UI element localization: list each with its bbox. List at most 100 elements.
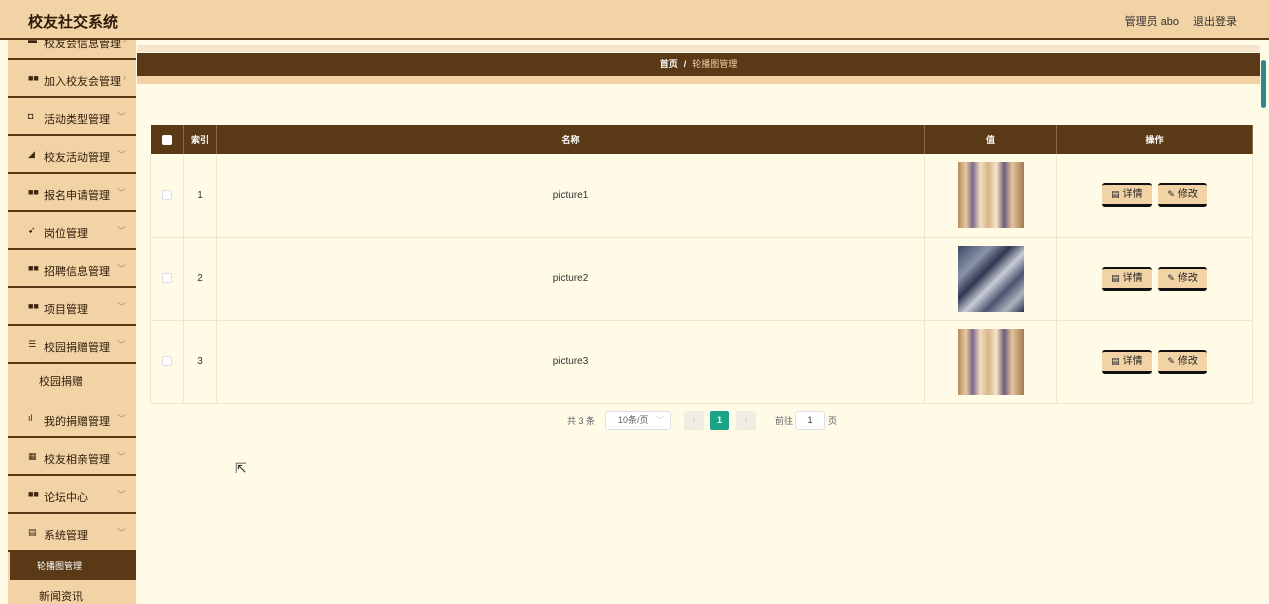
sidebar-subitem-campus-donation[interactable]: 校园捐赠 [8,364,136,400]
chevron-down-icon: ﹀ [116,188,126,198]
detail-button[interactable]: ▤ 详情 [1102,349,1152,374]
breadcrumb-separator: / [683,59,687,69]
row-actions: ▤ 详情 ✎ 修改 [1056,237,1253,321]
row-value-cell [924,154,1057,238]
detail-button[interactable]: ▤ 详情 [1102,266,1152,291]
sidebar-item-label: 校园捐赠管理 [44,342,110,354]
sidebar-item-label: 报名申请管理 [44,190,110,202]
row-select-cell [150,154,184,238]
column-header-name: 名称 [216,125,925,154]
list-icon: ▬ [28,40,37,45]
sidebar: ▬ 校友会信息管理 › ■■ 加入校友会管理 › ◘ 活动类型管理 ﹀ ◢ 校友… [8,40,136,604]
column-header-actions: 操作 [1056,125,1253,154]
chevron-down-icon: ﹀ [116,150,126,160]
row-checkbox[interactable] [162,356,172,367]
mouse-cursor-icon: ⇱ [235,460,247,476]
edit-button[interactable]: ✎ 修改 [1158,266,1207,291]
breadcrumb-home[interactable]: 首页 [660,59,678,69]
sidebar-item-label: 岗位管理 [44,228,88,240]
grid-icon: ■■ [28,263,39,273]
carousel-thumbnail [957,328,1024,395]
detail-button-label: 详情 [1122,272,1143,284]
sidebar-item-positions[interactable]: ➹ 岗位管理 ﹀ [8,212,136,250]
row-select-cell [150,237,184,321]
scrollbar-thumb[interactable] [1261,60,1266,108]
chevron-down-icon: ﹀ [116,264,126,274]
content-top-strip [137,45,1260,52]
column-header-index: 索引 [183,125,217,154]
sidebar-item-label: 校友会信息管理 [44,40,121,50]
sidebar-item-label: 项目管理 [44,304,88,316]
next-page-button[interactable]: › [736,411,756,430]
edit-button[interactable]: ✎ 修改 [1158,183,1207,208]
table-row: 2 picture2 ▤ 详情 ✎ 修改 [150,237,1253,321]
goto-label: 前往 [775,416,794,426]
chevron-down-icon: ﹀ [116,452,126,462]
sidebar-item-donation[interactable]: ☰ 校园捐赠管理 ﹀ [8,326,136,364]
chart-icon: ◢ [28,149,35,159]
sidebar-item-dating[interactable]: ▦ 校友相亲管理 ﹀ [8,438,136,476]
sidebar-item-activity-type[interactable]: ◘ 活动类型管理 ﹀ [8,98,136,136]
prev-page-button[interactable]: ‹ [684,411,704,430]
edit-icon: ✎ [1167,355,1175,366]
detail-button[interactable]: ▤ 详情 [1102,183,1152,208]
sidebar-item-my-donation[interactable]: ıl 我的捐赠管理 ﹀ [8,400,136,438]
clipboard-icon: ◘ [28,111,34,121]
carousel-table: 索引 名称 值 操作 1 picture1 ▤ 详情 ✎ 修改 2 picture2… [150,125,1253,404]
sidebar-item-label: 系统管理 [44,530,88,542]
sidebar-item-label: 活动类型管理 [44,114,110,126]
sidebar-subitem-news[interactable]: 新闻资讯 [8,580,136,604]
sidebar-item-label: 校友活动管理 [44,152,110,164]
table-icon: ▦ [28,451,37,461]
chevron-down-icon: ﹀ [116,490,126,500]
page-suffix: 页 [828,416,838,426]
document-icon: ▤ [1111,355,1120,366]
select-all-checkbox[interactable] [161,134,172,145]
row-checkbox[interactable] [162,190,172,201]
grid-icon: ■■ [28,73,39,83]
chevron-down-icon: ﹀ [116,112,126,122]
edit-button[interactable]: ✎ 修改 [1158,349,1207,374]
sidebar-item-projects[interactable]: ■■ 项目管理 ﹀ [8,288,136,326]
row-name: picture1 [216,154,925,238]
page-size-value: 10条/页 [618,415,649,425]
edit-icon: ✎ [1167,189,1175,200]
app-title: 校友社交系统 [28,14,119,31]
sidebar-subitem-carousel[interactable]: 轮播图管理 [10,552,136,580]
grid-icon: ■■ [28,187,39,197]
sidebar-item-label: 论坛中心 [44,492,88,504]
sidebar-item-forum[interactable]: ■■ 论坛中心 ﹀ [8,476,136,514]
sidebar-item-alumni-activity[interactable]: ◢ 校友活动管理 ﹀ [8,136,136,174]
chevron-down-icon: ﹀ [656,416,664,425]
sidebar-item-alumni-info[interactable]: ▬ 校友会信息管理 › [8,40,136,60]
sidebar-item-recruitment[interactable]: ■■ 招聘信息管理 ﹀ [8,250,136,288]
edit-button-label: 修改 [1177,272,1198,284]
sidebar-item-signup[interactable]: ■■ 报名申请管理 ﹀ [8,174,136,212]
chevron-icon: › [123,40,126,45]
row-index: 2 [183,237,217,321]
row-name: picture3 [216,320,925,404]
sidebar-item-join-alumni[interactable]: ■■ 加入校友会管理 › [8,60,136,98]
chevron-down-icon: ﹀ [116,528,126,538]
document-icon: ▤ [1111,272,1120,283]
send-icon: ➹ [28,225,36,235]
page-size-select[interactable]: 10条/页 ﹀ [605,411,671,430]
chevron-down-icon: ﹀ [116,340,126,350]
row-name: picture2 [216,237,925,321]
top-bar: 校友社交系统 管理员 abo 退出登录 [0,0,1269,40]
row-checkbox[interactable] [162,273,172,284]
row-value-cell [924,237,1057,321]
carousel-thumbnail [957,245,1024,312]
goto-page-input[interactable]: 1 [795,411,825,430]
row-actions: ▤ 详情 ✎ 修改 [1056,154,1253,238]
table-row: 1 picture1 ▤ 详情 ✎ 修改 [150,154,1253,238]
grid-icon: ■■ [28,489,39,499]
logout-link[interactable]: 退出登录 [1193,13,1237,29]
table-header-row: 索引 名称 值 操作 [150,125,1253,154]
chevron-down-icon: ﹀ [116,414,126,424]
row-index: 1 [183,154,217,238]
chevron-down-icon: ﹀ [116,226,126,236]
sidebar-item-system[interactable]: ▤ 系统管理 ﹀ [8,514,136,552]
page-number-current[interactable]: 1 [710,411,729,430]
row-select-cell [150,320,184,404]
